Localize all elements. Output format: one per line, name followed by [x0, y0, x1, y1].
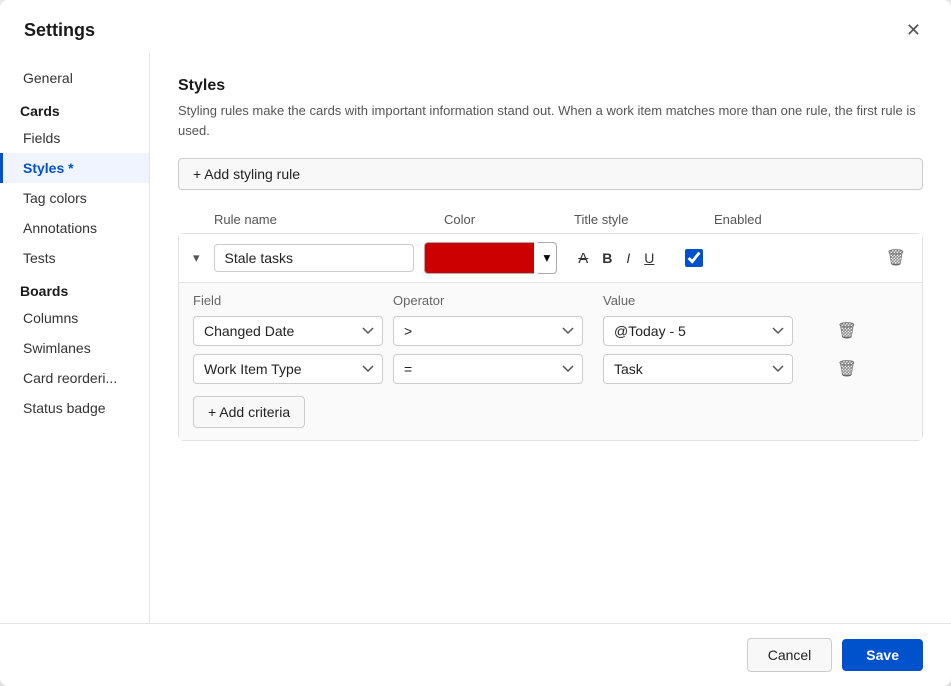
- rule-name-input[interactable]: [214, 244, 414, 272]
- criteria-col-operator: Operator: [393, 293, 603, 308]
- criteria-row-1: Changed Date Work Item Type > < = @Today…: [193, 316, 908, 346]
- section-title: Styles: [178, 77, 923, 95]
- criteria-operator-select-1[interactable]: > < =: [393, 316, 583, 346]
- sidebar-item-general[interactable]: General: [0, 63, 149, 93]
- sidebar-item-annotations[interactable]: Annotations: [0, 213, 149, 243]
- delete-rule-button[interactable]: 🗑: [880, 246, 912, 270]
- strikethrough-button[interactable]: A: [573, 247, 593, 270]
- sidebar-item-fields[interactable]: Fields: [0, 123, 149, 153]
- criteria-value-select-2[interactable]: Task Bug User Story Feature Epic: [603, 354, 793, 384]
- rule-main: ▾ ▾ A B I U: [179, 234, 922, 282]
- criteria-value-select-1[interactable]: @Today - 5 @Today @Today - 1 @Today - 7: [603, 316, 793, 346]
- bold-button[interactable]: B: [597, 247, 617, 269]
- delete-criteria-1-button[interactable]: 🗑: [831, 319, 863, 343]
- color-picker: ▾: [424, 242, 558, 274]
- dialog-body: General Cards Fields Styles * Tag colors…: [0, 53, 951, 623]
- enabled-checkbox[interactable]: [685, 249, 703, 267]
- sidebar-item-tag-colors[interactable]: Tag colors: [0, 183, 149, 213]
- sidebar-item-tests[interactable]: Tests: [0, 243, 149, 273]
- sidebar-section-boards: Boards: [0, 273, 149, 303]
- italic-button[interactable]: I: [621, 247, 635, 269]
- trash-icon: 🗑: [886, 250, 906, 267]
- sidebar-item-swimlanes[interactable]: Swimlanes: [0, 333, 149, 363]
- sidebar: General Cards Fields Styles * Tag colors…: [0, 53, 150, 623]
- save-button[interactable]: Save: [842, 639, 923, 671]
- col-title-style: Title style: [574, 212, 714, 227]
- col-color: Color: [444, 212, 574, 227]
- col-enabled: Enabled: [714, 212, 794, 227]
- table-header: Rule name Color Title style Enabled: [178, 208, 923, 233]
- criteria-header: Field Operator Value: [193, 293, 908, 308]
- criteria-col-value: Value: [603, 293, 823, 308]
- col-rule-name: Rule name: [214, 212, 444, 227]
- criteria-col-field: Field: [193, 293, 393, 308]
- chevron-down-icon: ▾: [544, 250, 551, 266]
- rule-expand-button[interactable]: ▾: [189, 248, 204, 268]
- color-swatch[interactable]: [424, 242, 534, 274]
- criteria-operator-select-2[interactable]: = <> >: [393, 354, 583, 384]
- close-button[interactable]: ✕: [900, 18, 927, 43]
- sidebar-item-status-badge[interactable]: Status badge: [0, 393, 149, 423]
- dialog-footer: Cancel Save: [0, 623, 951, 686]
- dialog-header: Settings ✕: [0, 0, 951, 53]
- criteria-col-delete: [823, 293, 863, 308]
- settings-dialog: Settings ✕ General Cards Fields Styles *…: [0, 0, 951, 686]
- sidebar-item-styles[interactable]: Styles *: [0, 153, 149, 183]
- add-styling-rule-button[interactable]: + Add styling rule: [178, 158, 923, 190]
- section-description: Styling rules make the cards with import…: [178, 101, 923, 140]
- sidebar-item-columns[interactable]: Columns: [0, 303, 149, 333]
- underline-button[interactable]: U: [639, 247, 659, 269]
- criteria-row-2: Changed Date Work Item Type = <> > Task …: [193, 354, 908, 384]
- color-dropdown-button[interactable]: ▾: [538, 242, 558, 274]
- chevron-down-icon: ▾: [193, 250, 200, 265]
- trash-icon: 🗑: [837, 361, 857, 378]
- criteria-section: Field Operator Value Changed Date Work I…: [179, 282, 922, 440]
- cancel-button[interactable]: Cancel: [747, 638, 833, 672]
- add-criteria-button[interactable]: + Add criteria: [193, 396, 305, 428]
- main-content: Styles Styling rules make the cards with…: [150, 53, 951, 623]
- criteria-field-select-1[interactable]: Changed Date Work Item Type: [193, 316, 383, 346]
- title-style-group: A B I U: [573, 247, 659, 270]
- trash-icon: 🗑: [837, 323, 857, 340]
- delete-criteria-2-button[interactable]: 🗑: [831, 357, 863, 381]
- sidebar-section-cards: Cards: [0, 93, 149, 123]
- sidebar-item-card-reordering[interactable]: Card reorderi...: [0, 363, 149, 393]
- criteria-field-select-2[interactable]: Changed Date Work Item Type: [193, 354, 383, 384]
- rule-row: ▾ ▾ A B I U: [178, 233, 923, 441]
- dialog-title: Settings: [24, 20, 95, 41]
